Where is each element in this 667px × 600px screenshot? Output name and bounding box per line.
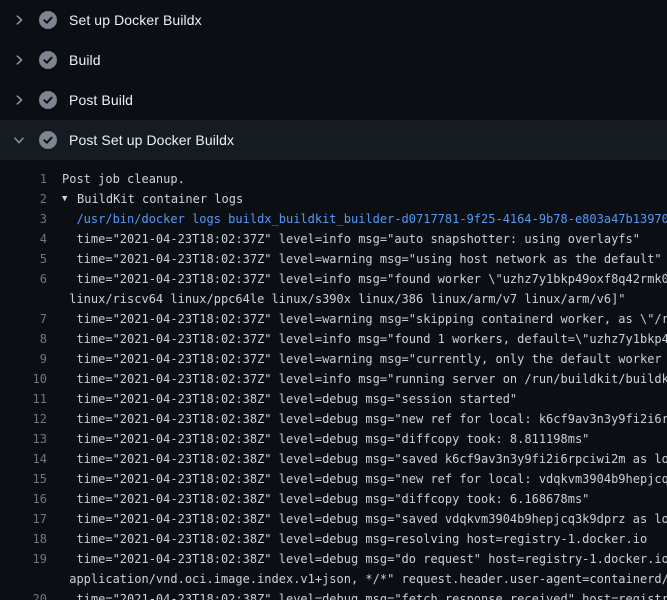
line-number[interactable]: 4 <box>0 229 47 249</box>
chevron-right-icon <box>12 93 26 107</box>
log-text: Post job cleanup. <box>62 169 185 189</box>
log-output: 1 Post job cleanup. 2 ▼ BuildKit contain… <box>0 160 667 600</box>
line-number[interactable] <box>0 569 47 589</box>
log-line: 18 time="2021-04-23T18:02:38Z" level=deb… <box>0 529 667 549</box>
line-number[interactable]: 17 <box>0 509 47 529</box>
log-line: 3 /usr/bin/docker logs buildx_buildkit_b… <box>0 209 667 229</box>
log-line: application/vnd.oci.image.index.v1+json,… <box>0 569 667 589</box>
log-text: time="2021-04-23T18:02:37Z" level=info m… <box>62 369 667 389</box>
line-number[interactable]: 16 <box>0 489 47 509</box>
log-text: application/vnd.oci.image.index.v1+json,… <box>62 569 667 589</box>
line-number[interactable] <box>0 289 47 309</box>
step-row-post-build[interactable]: Post Build <box>0 80 667 120</box>
check-circle-icon <box>39 51 57 69</box>
line-number[interactable]: 8 <box>0 329 47 349</box>
actions-log-viewer: Set up Docker Buildx Build Post Build <box>0 0 667 600</box>
log-line: 5 time="2021-04-23T18:02:37Z" level=warn… <box>0 249 667 269</box>
log-text: time="2021-04-23T18:02:38Z" level=debug … <box>62 429 589 449</box>
step-label: Build <box>69 52 101 68</box>
chevron-right-icon <box>12 13 26 27</box>
log-line: 19 time="2021-04-23T18:02:38Z" level=deb… <box>0 549 667 569</box>
log-line: 9 time="2021-04-23T18:02:37Z" level=warn… <box>0 349 667 369</box>
log-text: time="2021-04-23T18:02:38Z" level=debug … <box>62 589 667 600</box>
step-row-post-set-up-docker-buildx[interactable]: Post Set up Docker Buildx <box>0 120 667 160</box>
log-text: time="2021-04-23T18:02:38Z" level=debug … <box>62 509 667 529</box>
line-number[interactable]: 9 <box>0 349 47 369</box>
log-text: time="2021-04-23T18:02:38Z" level=debug … <box>62 469 667 489</box>
check-circle-icon <box>39 91 57 109</box>
line-number[interactable]: 10 <box>0 369 47 389</box>
log-line: 11 time="2021-04-23T18:02:38Z" level=deb… <box>0 389 667 409</box>
log-line: 10 time="2021-04-23T18:02:37Z" level=inf… <box>0 369 667 389</box>
step-label: Post Set up Docker Buildx <box>69 132 234 148</box>
chevron-right-icon <box>12 53 26 67</box>
log-line: 15 time="2021-04-23T18:02:38Z" level=deb… <box>0 469 667 489</box>
log-text: time="2021-04-23T18:02:38Z" level=debug … <box>62 529 647 549</box>
line-number[interactable]: 14 <box>0 449 47 469</box>
line-number[interactable]: 19 <box>0 549 47 569</box>
line-number[interactable]: 12 <box>0 409 47 429</box>
line-number[interactable]: 20 <box>0 589 47 600</box>
line-number[interactable]: 2 <box>0 189 47 209</box>
log-line: linux/riscv64 linux/ppc64le linux/s390x … <box>0 289 667 309</box>
check-circle-icon <box>39 131 57 149</box>
step-label: Post Build <box>69 92 133 108</box>
log-line: 13 time="2021-04-23T18:02:38Z" level=deb… <box>0 429 667 449</box>
chevron-down-icon <box>12 133 26 147</box>
line-number[interactable]: 15 <box>0 469 47 489</box>
log-text: time="2021-04-23T18:02:38Z" level=debug … <box>62 549 667 569</box>
log-line: 7 time="2021-04-23T18:02:37Z" level=warn… <box>0 309 667 329</box>
log-text: time="2021-04-23T18:02:37Z" level=info m… <box>62 269 667 289</box>
log-text: time="2021-04-23T18:02:37Z" level=warnin… <box>62 249 662 269</box>
log-line: 20 time="2021-04-23T18:02:38Z" level=deb… <box>0 589 667 600</box>
line-number[interactable]: 3 <box>0 209 47 229</box>
log-text: time="2021-04-23T18:02:38Z" level=debug … <box>62 389 517 409</box>
line-number[interactable]: 18 <box>0 529 47 549</box>
log-text: BuildKit container logs <box>77 189 243 209</box>
step-row-set-up-docker-buildx[interactable]: Set up Docker Buildx <box>0 0 667 40</box>
log-text: time="2021-04-23T18:02:37Z" level=info m… <box>62 229 640 249</box>
step-row-build[interactable]: Build <box>0 40 667 80</box>
log-line: 1 Post job cleanup. <box>0 169 667 189</box>
log-text: time="2021-04-23T18:02:37Z" level=info m… <box>62 329 667 349</box>
line-number[interactable]: 6 <box>0 269 47 289</box>
log-text: linux/riscv64 linux/ppc64le linux/s390x … <box>62 289 626 309</box>
log-line: 17 time="2021-04-23T18:02:38Z" level=deb… <box>0 509 667 529</box>
log-text: time="2021-04-23T18:02:38Z" level=debug … <box>62 449 667 469</box>
log-line: 6 time="2021-04-23T18:02:37Z" level=info… <box>0 269 667 289</box>
line-number[interactable]: 5 <box>0 249 47 269</box>
log-line: 8 time="2021-04-23T18:02:37Z" level=info… <box>0 329 667 349</box>
log-text: time="2021-04-23T18:02:38Z" level=debug … <box>62 409 667 429</box>
step-label: Set up Docker Buildx <box>69 12 202 28</box>
line-number[interactable]: 11 <box>0 389 47 409</box>
step-list: Set up Docker Buildx Build Post Build <box>0 0 667 160</box>
log-line: 14 time="2021-04-23T18:02:38Z" level=deb… <box>0 449 667 469</box>
caret-down-icon[interactable]: ▼ <box>62 189 77 209</box>
check-circle-icon <box>39 11 57 29</box>
log-text: time="2021-04-23T18:02:37Z" level=warnin… <box>62 309 667 329</box>
log-line: 4 time="2021-04-23T18:02:37Z" level=info… <box>0 229 667 249</box>
line-number[interactable]: 1 <box>0 169 47 189</box>
log-text: time="2021-04-23T18:02:37Z" level=warnin… <box>62 349 667 369</box>
log-line: 12 time="2021-04-23T18:02:38Z" level=deb… <box>0 409 667 429</box>
log-line: 16 time="2021-04-23T18:02:38Z" level=deb… <box>0 489 667 509</box>
log-line: 2 ▼ BuildKit container logs <box>0 189 667 209</box>
line-number[interactable]: 7 <box>0 309 47 329</box>
line-number[interactable]: 13 <box>0 429 47 449</box>
log-text: /usr/bin/docker logs buildx_buildkit_bui… <box>62 209 667 229</box>
log-text: time="2021-04-23T18:02:38Z" level=debug … <box>62 489 589 509</box>
